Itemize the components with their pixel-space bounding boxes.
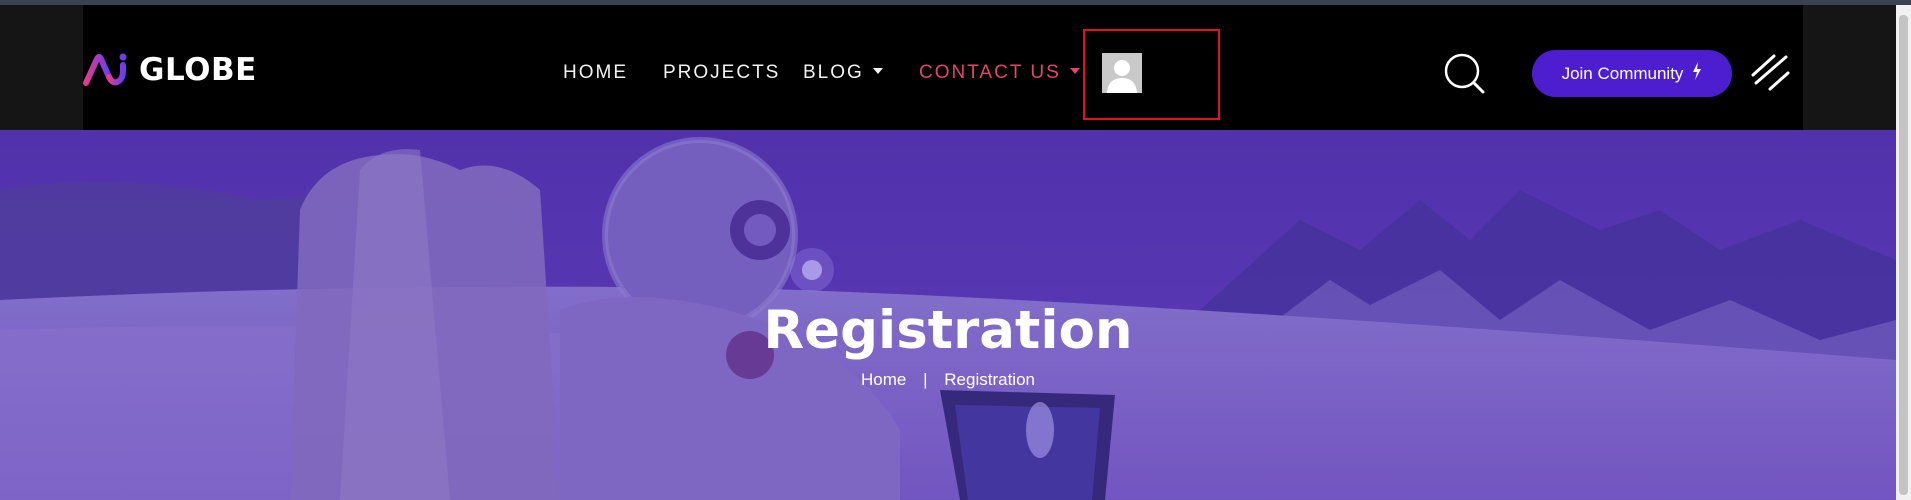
nav-projects[interactable]: PROJECTS [663,62,780,84]
join-community-label: Join Community [1561,63,1684,83]
nav-contact-us[interactable]: CONTACT US [919,62,1080,84]
user-avatar-icon[interactable] [1102,53,1142,93]
breadcrumb-home-link[interactable]: Home [861,370,906,389]
nav-home[interactable]: HOME [563,62,628,84]
nav-home-label: HOME [563,62,628,83]
logo-text: GLOBE [139,52,257,88]
user-avatar-highlight [1083,29,1220,120]
join-community-button[interactable]: Join Community [1532,50,1732,97]
page-title: Registration [763,300,1133,361]
bolt-icon [1692,62,1702,85]
breadcrumb: Home | Registration [0,370,1896,390]
breadcrumb-separator: | [923,370,928,389]
page-scrollbar[interactable] [1896,5,1911,500]
site-header: GLOBE HOME PROJECTS BLOG CONTACT US Join… [0,5,1911,130]
chevron-down-icon [1069,67,1080,74]
nav-projects-label: PROJECTS [663,62,781,83]
site-logo[interactable]: GLOBE [83,52,257,88]
breadcrumb-current: Registration [944,370,1035,389]
search-icon[interactable] [1443,52,1487,101]
scrollbar-thumb[interactable] [1899,15,1908,495]
nav-blog-label: BLOG [803,62,864,83]
nav-contact-label: CONTACT US [919,62,1061,83]
page-hero-banner: Registration Home | Registration [0,130,1896,500]
menu-lines-icon[interactable] [1750,53,1792,98]
header-left-margin [0,5,83,130]
header-right-margin [1803,5,1911,130]
chevron-down-icon [872,67,883,74]
nav-blog[interactable]: BLOG [803,62,883,84]
globe-logo-icon [83,53,133,87]
